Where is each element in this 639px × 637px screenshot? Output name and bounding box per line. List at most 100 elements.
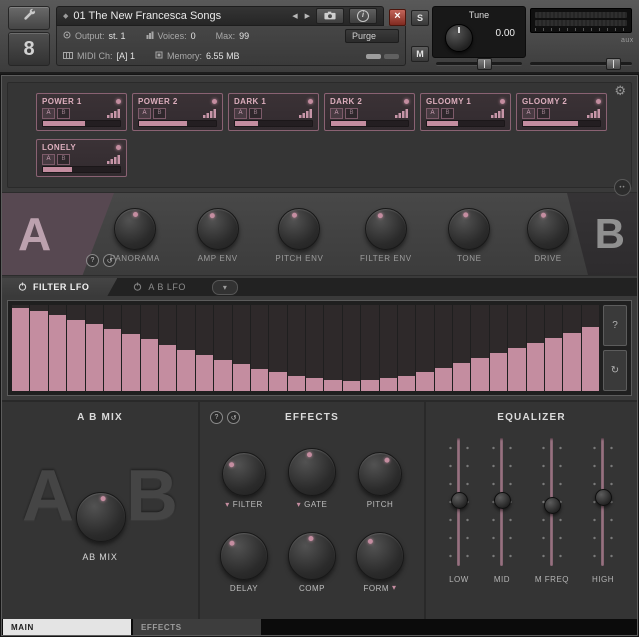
lfo-bars[interactable] [12, 305, 599, 391]
knob-dial[interactable] [448, 208, 490, 250]
next-instrument-button[interactable]: ▶ [304, 12, 311, 20]
preset-slot-power-2[interactable]: POWER 2 A B [132, 93, 223, 131]
preset-b-button[interactable]: B [249, 108, 262, 119]
gear-settings-icon[interactable]: ⚙ [614, 84, 626, 97]
eq-slider-mid[interactable]: MID [492, 436, 512, 613]
close-instrument-button[interactable]: × [389, 9, 406, 26]
knob-dial[interactable] [222, 452, 266, 496]
chevron-down-icon[interactable]: ▾ [225, 501, 230, 509]
preset-b-button[interactable]: B [441, 108, 454, 119]
preset-b-button[interactable]: B [537, 108, 550, 119]
lfo-bar[interactable] [196, 305, 213, 391]
power-icon[interactable] [18, 282, 27, 293]
knob-dial[interactable] [114, 208, 156, 250]
tab-ab-lfo[interactable]: A B LFO [117, 278, 202, 296]
eq-slider-m-freq[interactable]: M FREQ [535, 436, 569, 613]
lfo-bar[interactable] [398, 305, 415, 391]
tune-knob[interactable] [445, 24, 473, 52]
preset-slot-dark-2[interactable]: DARK 2 A B [324, 93, 415, 131]
preset-progress[interactable] [138, 120, 217, 127]
lfo-bar[interactable] [306, 305, 323, 391]
prev-instrument-button[interactable]: ◀ [291, 12, 298, 20]
lfo-bar[interactable] [508, 305, 525, 391]
knob-dial[interactable] [527, 208, 569, 250]
lfo-bar[interactable] [30, 305, 47, 391]
lfo-help-button[interactable]: ? [603, 305, 627, 346]
collapse-chevron-button[interactable]: ▾ [212, 280, 238, 295]
lfo-bar[interactable] [380, 305, 397, 391]
lfo-bar[interactable] [12, 305, 29, 391]
knob-dial[interactable] [288, 448, 336, 496]
preset-slot-gloomy-2[interactable]: GLOOMY 2 A B [516, 93, 607, 131]
eq-slider-track-area[interactable] [492, 436, 512, 568]
preset-a-button[interactable]: A [426, 108, 439, 119]
brand-badge[interactable]: •• [614, 179, 631, 196]
lfo-bar[interactable] [233, 305, 250, 391]
preset-slot-power-1[interactable]: POWER 1 A B [36, 93, 127, 131]
snapshot-camera-button[interactable] [316, 8, 344, 24]
lfo-bar[interactable] [563, 305, 580, 391]
knob-dial[interactable] [197, 208, 239, 250]
volume-slider[interactable] [530, 58, 632, 68]
preset-b-button[interactable]: B [153, 108, 166, 119]
purge-menu-button[interactable]: Purge [345, 29, 399, 43]
knob-dial[interactable] [365, 208, 407, 250]
preset-progress[interactable] [426, 120, 505, 127]
preset-a-button[interactable]: A [234, 108, 247, 119]
max-value[interactable]: 99 [239, 31, 249, 41]
ab-mix-knob[interactable] [76, 492, 126, 542]
lfo-bar[interactable] [159, 305, 176, 391]
preset-slot-dark-1[interactable]: DARK 1 A B [228, 93, 319, 131]
lfo-bar[interactable] [343, 305, 360, 391]
knob-dial[interactable] [288, 532, 336, 580]
lfo-bar[interactable] [141, 305, 158, 391]
fx-knob-form[interactable]: FORM▾ [356, 532, 404, 593]
help-button[interactable]: ? [86, 254, 99, 267]
fx-knob-gate[interactable]: ▾GATE [288, 448, 336, 509]
preset-a-button[interactable]: A [522, 108, 535, 119]
eq-slider-track-area[interactable] [449, 436, 469, 568]
lfo-bar[interactable] [545, 305, 562, 391]
eq-slider-low[interactable]: LOW [449, 436, 469, 613]
fx-knob-filter[interactable]: ▾FILTER [222, 452, 266, 509]
eq-slider-track-area[interactable] [542, 436, 562, 568]
knob-tone[interactable]: TONE [448, 208, 490, 263]
knob-filter-env[interactable]: FILTER ENV [360, 208, 412, 263]
lfo-bar[interactable] [324, 305, 341, 391]
preset-progress[interactable] [42, 166, 121, 173]
lfo-bar[interactable] [122, 305, 139, 391]
preset-a-button[interactable]: A [330, 108, 343, 119]
lfo-bar[interactable] [288, 305, 305, 391]
preset-b-button[interactable]: B [57, 154, 70, 165]
power-icon[interactable] [133, 282, 142, 293]
lfo-bar[interactable] [435, 305, 452, 391]
preset-b-button[interactable]: B [345, 108, 358, 119]
preset-progress[interactable] [234, 120, 313, 127]
knob-pitch-env[interactable]: PITCH ENV [275, 208, 323, 263]
solo-button[interactable]: S [411, 10, 429, 26]
knob-amp-env[interactable]: AMP ENV [197, 208, 239, 263]
preset-slot-lonely[interactable]: LONELY A B [36, 139, 127, 177]
lfo-bar[interactable] [527, 305, 544, 391]
lfo-bar[interactable] [361, 305, 378, 391]
lfo-bar[interactable] [471, 305, 488, 391]
chevron-down-icon[interactable]: ▾ [297, 501, 302, 509]
lfo-bar[interactable] [251, 305, 268, 391]
layer-b-wedge[interactable]: B [567, 193, 637, 275]
knob-dial[interactable] [278, 208, 320, 250]
eq-slider-high[interactable]: HIGH [592, 436, 614, 613]
chevron-down-icon[interactable]: ▾ [392, 584, 397, 592]
volume-handle[interactable] [606, 58, 621, 70]
midi-value[interactable]: [A] 1 [117, 51, 136, 61]
reset-button[interactable]: ↺ [103, 254, 116, 267]
lfo-bar[interactable] [177, 305, 194, 391]
lfo-bar[interactable] [49, 305, 66, 391]
lfo-bar[interactable] [490, 305, 507, 391]
knob-drive[interactable]: DRIVE [527, 208, 569, 263]
footer-tab-main[interactable]: MAIN [3, 619, 131, 635]
lfo-bar[interactable] [582, 305, 599, 391]
preset-a-button[interactable]: A [138, 108, 151, 119]
lfo-bar[interactable] [86, 305, 103, 391]
lfo-bar[interactable] [269, 305, 286, 391]
fx-knob-pitch[interactable]: PITCH [358, 452, 402, 509]
